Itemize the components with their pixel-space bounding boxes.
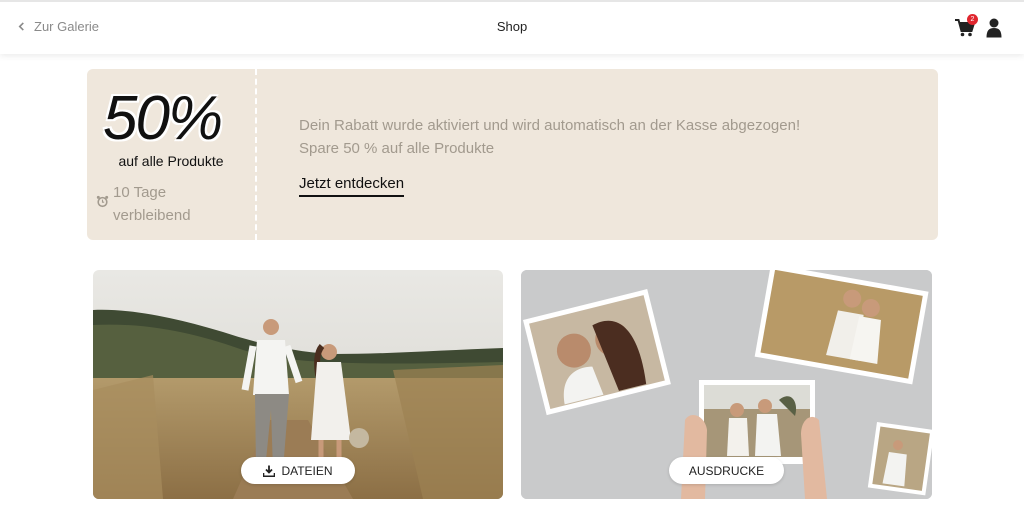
files-category-card[interactable]: DATEIEN bbox=[93, 270, 503, 499]
download-icon bbox=[263, 465, 276, 477]
page-title: Shop bbox=[496, 19, 528, 34]
time-remaining-line2: verbleibend bbox=[113, 207, 191, 224]
account-button[interactable] bbox=[986, 18, 1002, 38]
discount-message: Dein Rabatt wurde aktiviert und wird aut… bbox=[299, 114, 919, 160]
user-icon bbox=[986, 18, 1002, 38]
files-button-label: DATEIEN bbox=[281, 463, 333, 478]
discount-banner: 50% auf alle Produkte 10 Tage verbleiben… bbox=[87, 69, 938, 240]
discount-message-line1: Dein Rabatt wurde aktiviert und wird aut… bbox=[299, 117, 801, 134]
discount-message-line2: Spare 50 % auf alle Produkte bbox=[299, 140, 495, 157]
cart-count-badge: 2 bbox=[967, 14, 978, 25]
prints-button[interactable]: AUSDRUCKE bbox=[669, 457, 784, 484]
time-remaining-line1: 10 Tage bbox=[113, 184, 167, 201]
top-bar: Zur Galerie Shop 2 bbox=[0, 0, 1024, 54]
discount-scope: auf alle Produkte bbox=[118, 153, 224, 169]
alarm-clock-icon bbox=[96, 195, 109, 208]
prints-button-label: AUSDRUCKE bbox=[688, 463, 765, 478]
dashed-divider bbox=[255, 69, 257, 240]
discover-link[interactable]: Jetzt entdecken bbox=[299, 175, 405, 197]
files-button[interactable]: DATEIEN bbox=[241, 457, 355, 484]
cart-button[interactable]: 2 bbox=[955, 14, 978, 40]
prints-category-card[interactable]: AUSDRUCKE bbox=[521, 270, 932, 499]
discount-summary: 50% auf alle Produkte 10 Tage verbleiben… bbox=[87, 69, 255, 240]
discount-percent: 50% bbox=[103, 84, 223, 153]
time-remaining: 10 Tage verbleibend bbox=[113, 181, 233, 227]
